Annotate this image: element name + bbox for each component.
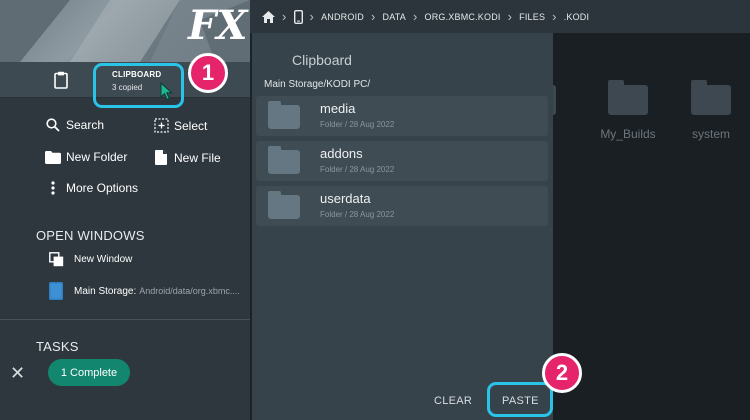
folder-icon <box>268 101 300 129</box>
new-window-icon <box>46 252 66 267</box>
item-meta: Folder / 28 Aug 2022 <box>320 210 395 219</box>
more-options-label: More Options <box>66 181 139 195</box>
open-windows-title: OPEN WINDOWS <box>36 228 145 243</box>
new-file-label: New File <box>174 150 221 165</box>
search-label: Search <box>66 118 105 132</box>
select-label: Select <box>174 118 208 133</box>
new-folder-button[interactable]: New Folder <box>43 150 127 164</box>
breadcrumb-segment[interactable]: DATA <box>383 12 406 22</box>
folder-tile[interactable]: My_Builds <box>598 80 658 141</box>
folder-tile[interactable]: system <box>681 80 741 141</box>
step-badge-2: 2 <box>542 353 582 393</box>
breadcrumb-segment[interactable]: ORG.XBMC.KODI <box>425 12 501 22</box>
new-folder-label: New Folder <box>66 150 128 164</box>
main-storage-window[interactable]: Main Storage: Android/data/org.xbmc.... <box>46 282 240 300</box>
chevron-right-icon: › <box>552 9 557 24</box>
item-meta: Folder / 28 Aug 2022 <box>320 165 395 174</box>
fx-logo: FX <box>188 2 248 49</box>
pointer-cursor-icon <box>160 81 173 106</box>
chevron-right-icon: › <box>282 9 287 24</box>
new-file-button[interactable]: New File <box>151 150 221 165</box>
folder-icon <box>691 80 731 115</box>
main-storage-path: Android/data/org.xbmc.... <box>139 286 240 296</box>
chevron-right-icon: › <box>370 9 376 24</box>
item-name: userdata <box>320 191 371 206</box>
close-icon[interactable]: ✕ <box>10 363 25 384</box>
dialog-title: Clipboard <box>292 52 352 68</box>
breadcrumb-segment[interactable]: FILES <box>519 12 545 22</box>
folder-icon <box>608 80 648 115</box>
clipboard-icon[interactable] <box>54 71 68 94</box>
select-icon <box>151 118 171 133</box>
home-icon[interactable] <box>262 10 275 23</box>
folder-icon <box>43 150 63 164</box>
new-window-button[interactable]: New Window <box>46 252 132 267</box>
chevron-right-icon: › <box>309 9 315 24</box>
breadcrumb: › › ANDROID › DATA › ORG.XBMC.KODI › FIL… <box>250 0 750 33</box>
new-window-label: New Window <box>74 254 133 265</box>
tasks-complete-badge[interactable]: 1 Complete <box>48 359 130 386</box>
list-item[interactable]: media Folder / 28 Aug 2022 <box>256 96 548 136</box>
storage-window-icon <box>46 282 66 300</box>
list-item[interactable]: addons Folder / 28 Aug 2022 <box>256 141 548 181</box>
file-icon <box>151 150 171 165</box>
item-meta: Folder / 28 Aug 2022 <box>320 120 395 129</box>
clear-button[interactable]: CLEAR <box>434 395 472 407</box>
breadcrumb-segment[interactable]: ANDROID <box>321 12 364 22</box>
item-name: media <box>320 101 356 116</box>
more-vertical-icon <box>43 181 63 195</box>
chevron-right-icon: › <box>507 9 513 24</box>
paste-highlight <box>487 382 553 417</box>
search-icon <box>43 118 63 132</box>
tasks-title: TASKS <box>36 339 79 354</box>
chevron-right-icon: › <box>412 9 418 24</box>
clipboard-dialog: Clipboard Main Storage/KODI PC/ media Fo… <box>252 33 553 420</box>
search-button[interactable]: Search <box>43 118 104 132</box>
step-badge-1: 1 <box>188 53 228 93</box>
folder-icon <box>268 146 300 174</box>
list-item[interactable]: userdata Folder / 28 Aug 2022 <box>256 186 548 226</box>
more-options-button[interactable]: More Options <box>43 181 138 195</box>
item-name: addons <box>320 146 363 161</box>
dialog-path: Main Storage/KODI PC/ <box>264 79 371 90</box>
select-button[interactable]: Select <box>151 118 207 133</box>
phone-icon[interactable] <box>293 9 303 24</box>
divider <box>0 319 250 320</box>
breadcrumb-segment[interactable]: .KODI <box>564 12 590 22</box>
folder-icon <box>268 191 300 219</box>
main-storage-label: Main Storage: <box>74 285 137 297</box>
